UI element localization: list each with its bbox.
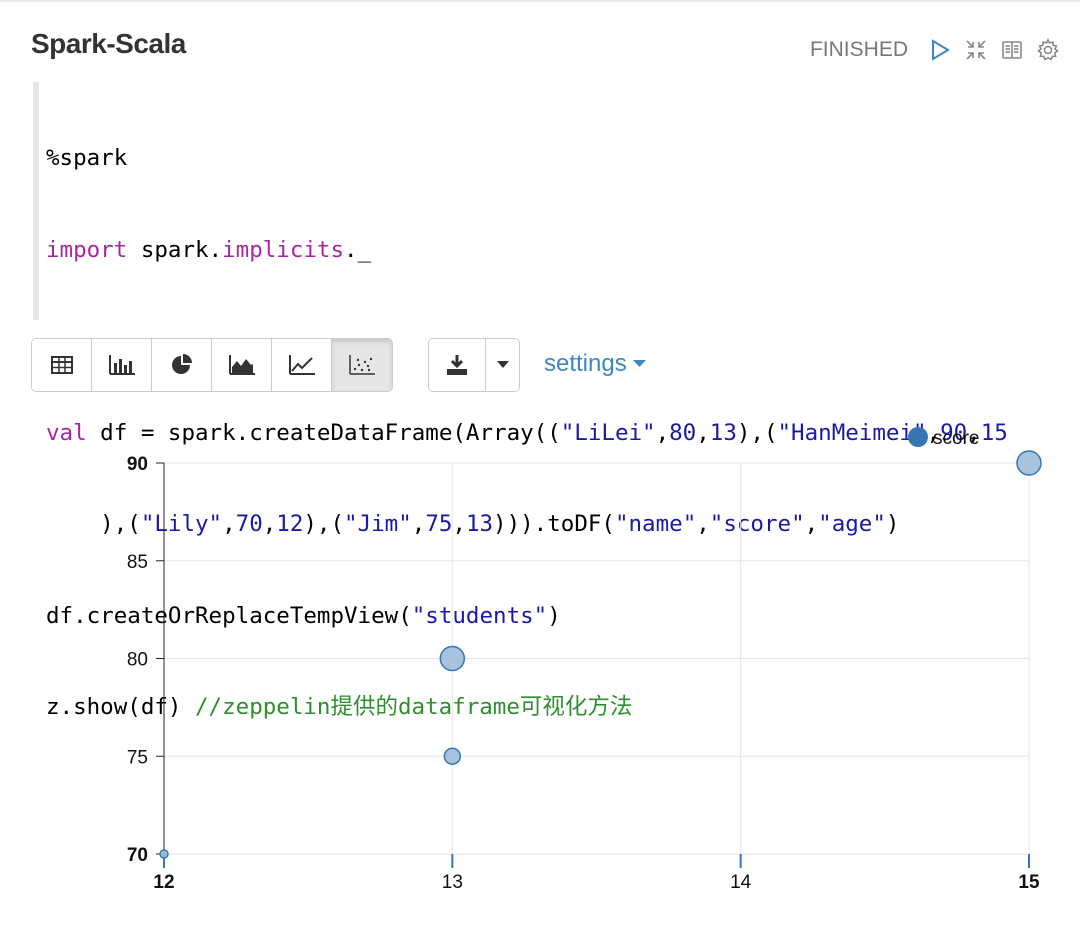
legend-label: score — [933, 428, 979, 449]
code-line: %spark — [46, 145, 128, 171]
download-button[interactable] — [429, 339, 485, 391]
collapse-icon[interactable] — [964, 38, 988, 62]
bar-chart-icon — [108, 355, 135, 375]
keyword: import — [46, 236, 128, 263]
table-icon — [50, 356, 73, 374]
data-point — [439, 645, 466, 672]
y-tick-label: 75 — [127, 747, 148, 768]
y-tick-label: 70 — [127, 845, 148, 866]
x-tick-label: 14 — [730, 872, 752, 893]
table-view-button[interactable] — [32, 339, 92, 391]
bar-chart-button[interactable] — [92, 339, 152, 391]
area-chart-button[interactable] — [212, 339, 272, 391]
gear-icon[interactable] — [1036, 38, 1060, 62]
code-text: spark. — [127, 236, 223, 263]
x-tick-label: 13 — [442, 872, 463, 893]
settings-toggle[interactable]: settings — [544, 350, 646, 378]
download-button-group — [428, 338, 520, 392]
legend-marker — [908, 427, 928, 447]
scatter-chart-icon — [349, 355, 375, 375]
line-chart-icon — [288, 355, 315, 375]
paragraph: Spark-Scala FINISHED %spark import spark… — [0, 0, 1080, 945]
x-tick-label: 12 — [153, 872, 174, 893]
data-point — [443, 747, 462, 765]
data-point — [159, 849, 169, 859]
book-icon[interactable] — [1000, 38, 1024, 62]
paragraph-title[interactable]: Spark-Scala — [31, 28, 186, 60]
download-icon — [447, 355, 467, 375]
area-chart-icon — [228, 355, 255, 375]
pie-chart-icon — [171, 354, 192, 374]
chart-type-toolbar — [31, 338, 393, 392]
keyword: implicits — [222, 236, 345, 263]
pie-chart-button[interactable] — [152, 339, 212, 391]
y-tick-label: 85 — [127, 552, 148, 573]
paragraph-controls: FINISHED — [810, 38, 1060, 62]
code-text: ._ — [344, 236, 372, 263]
scatter-chart-button[interactable] — [332, 339, 392, 391]
download-dropdown-button[interactable] — [485, 339, 519, 391]
x-tick-label: 15 — [1018, 872, 1040, 893]
chevron-down-icon — [632, 360, 646, 367]
code-editor[interactable]: %spark import spark.implicits._ val df =… — [33, 82, 1073, 720]
y-tick-label: 90 — [127, 454, 148, 475]
status-label: FINISHED — [809, 38, 908, 61]
code-line: import spark.implicits._ — [46, 235, 1073, 266]
chevron-down-icon — [496, 361, 509, 368]
scatter-chart: 90 85 80 75 7012 13 14 15 score — [127, 427, 1042, 893]
play-icon[interactable] — [928, 38, 952, 62]
settings-label: settings — [544, 350, 627, 377]
data-point — [1016, 450, 1042, 476]
line-chart-button[interactable] — [272, 339, 332, 391]
y-tick-label: 80 — [127, 650, 148, 671]
